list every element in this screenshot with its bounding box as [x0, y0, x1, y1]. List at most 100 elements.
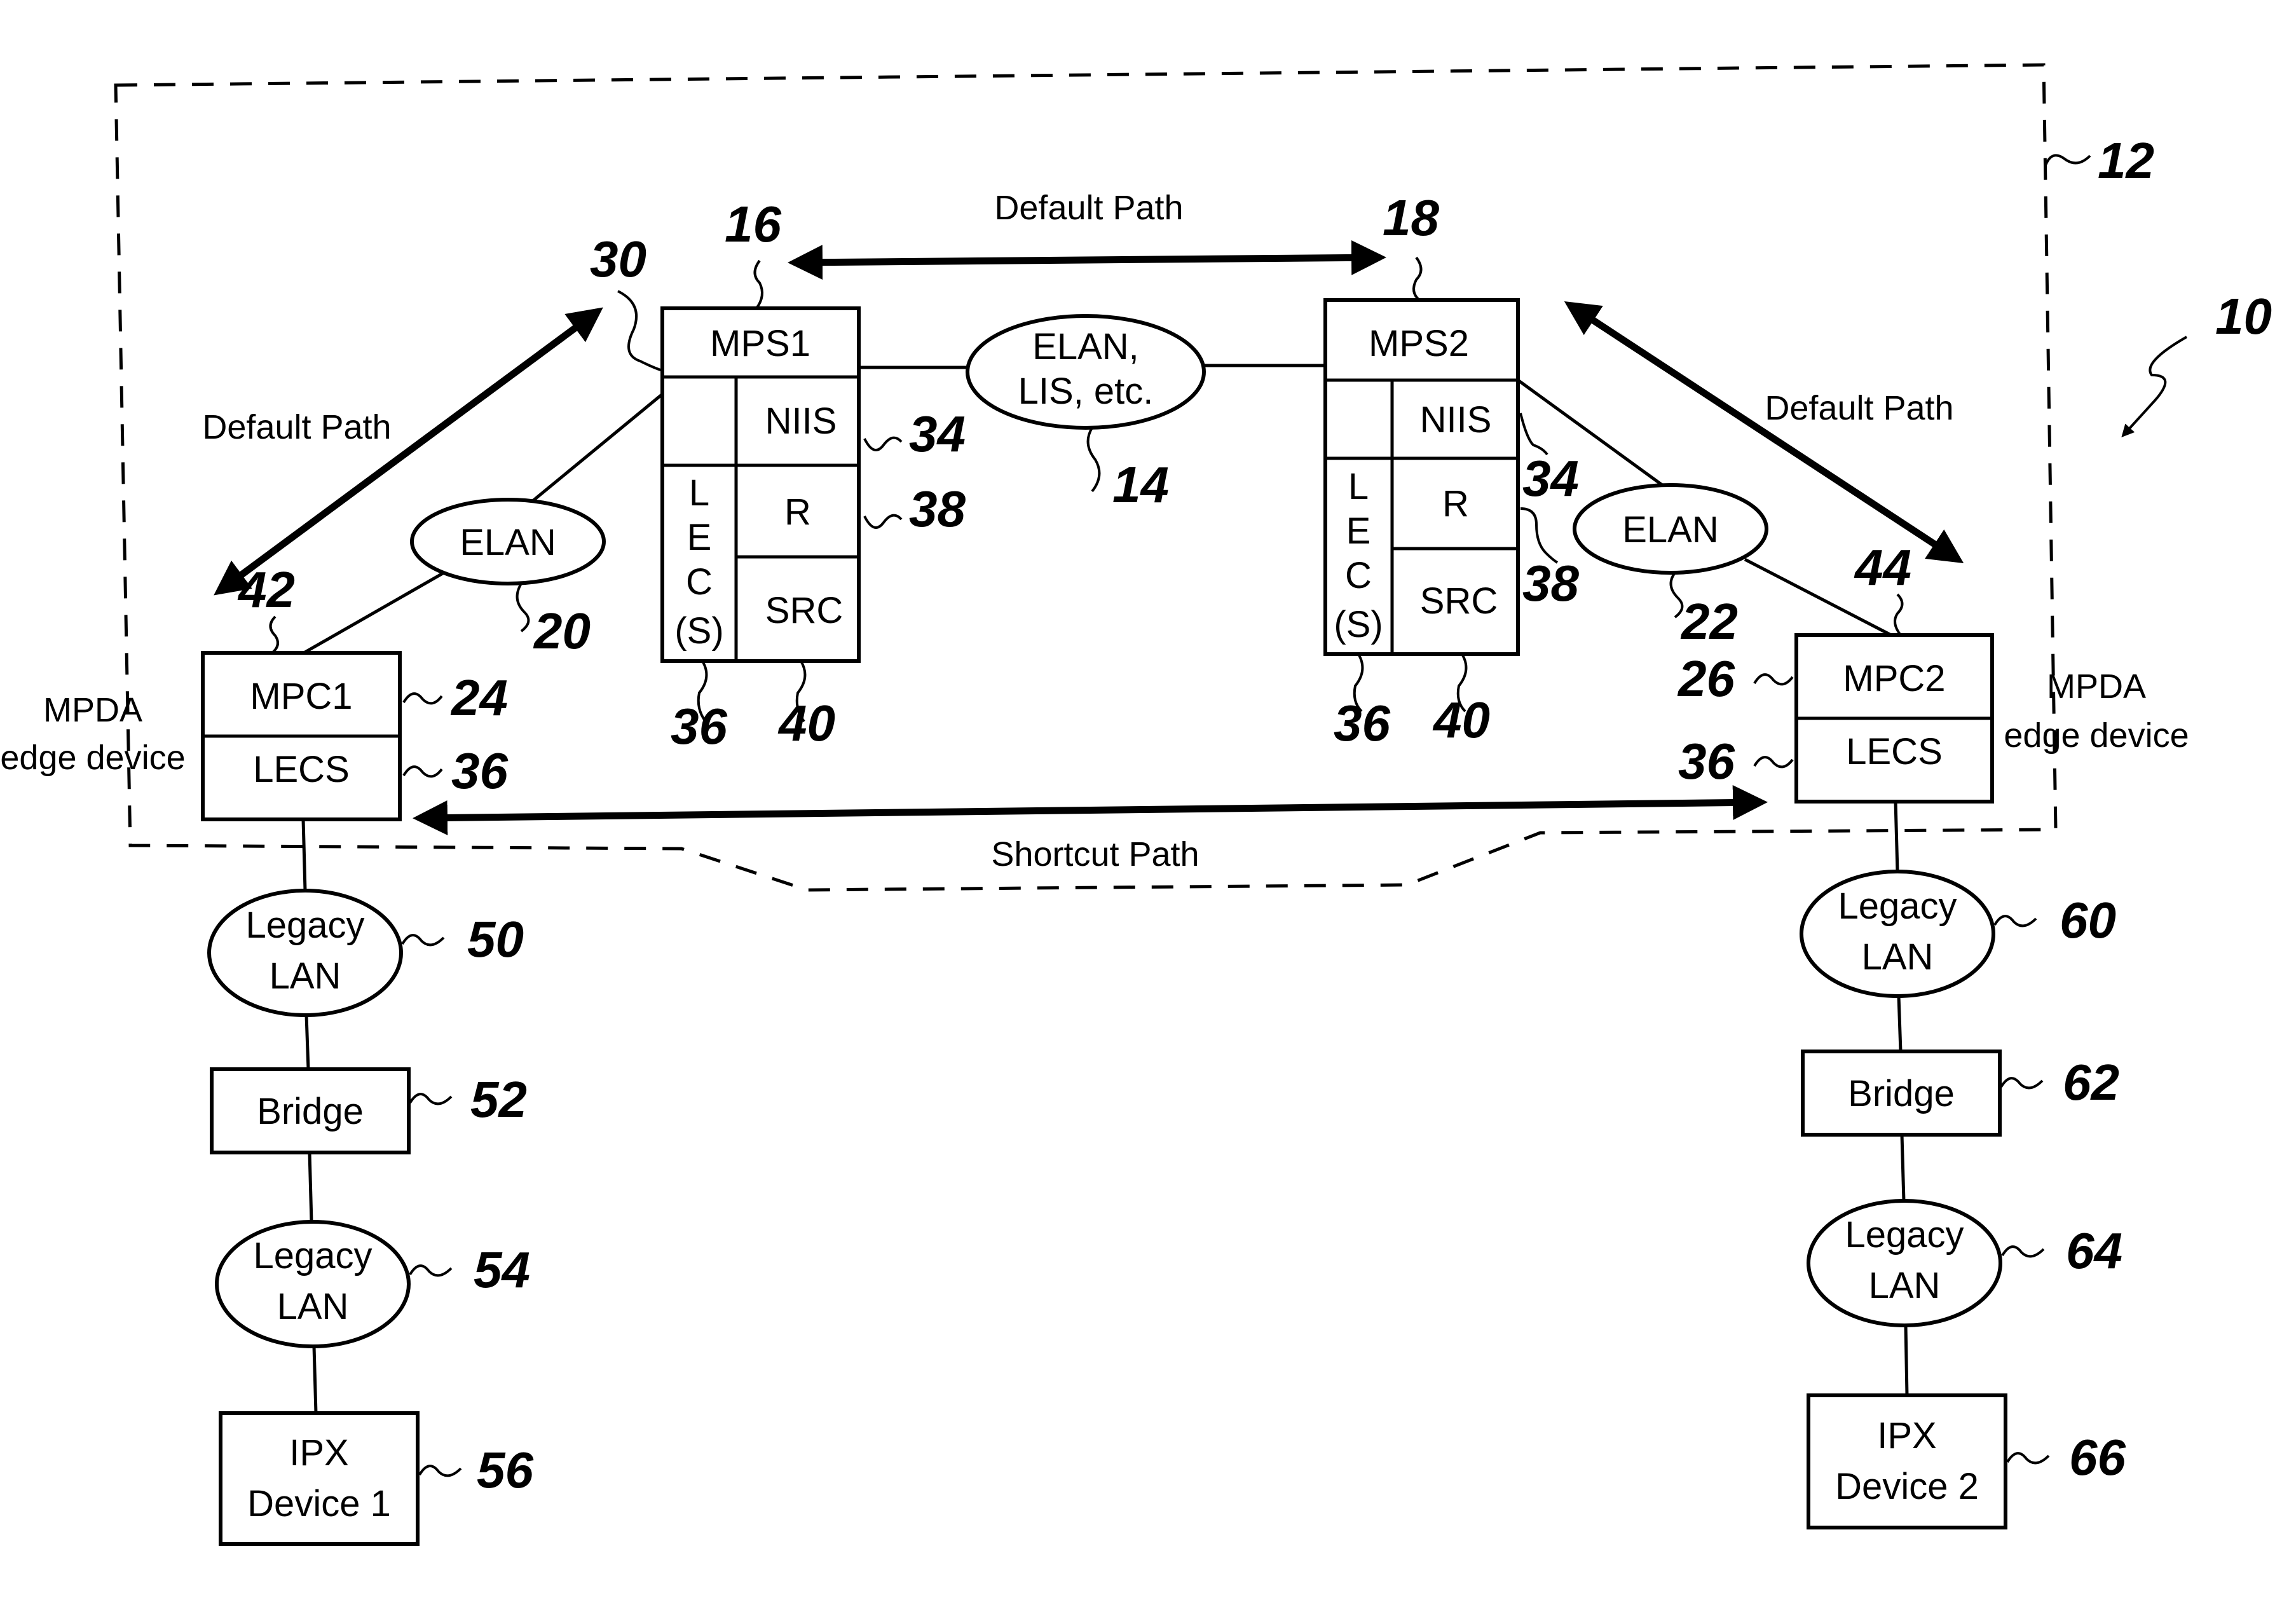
lan60-to-bridge62-link: [1897, 995, 1903, 1052]
elan-right: ELAN: [1573, 483, 1768, 575]
lan64-to-ipx2-link: [1904, 1325, 1909, 1396]
ref-20: 20: [533, 603, 591, 659]
mps2-niis: NIIS: [1420, 399, 1492, 441]
ipx1-line1: IPX: [289, 1432, 349, 1474]
ref-36-mps1: 36: [671, 698, 727, 755]
mps1-r: R: [784, 491, 811, 533]
mps1-server: MPS1 NIIS R SRC L E C (S): [660, 306, 861, 663]
lan54-squiggle: [409, 1264, 453, 1277]
lan60-squiggle: [1993, 915, 2037, 927]
mpc1-ref-squiggle: [402, 692, 443, 705]
bridge-62: Bridge: [1801, 1050, 2002, 1137]
lan60-line1: Legacy: [1838, 886, 1957, 927]
mps2-r: R: [1442, 483, 1469, 524]
ref-38-right: 38: [1522, 555, 1579, 612]
network-diagram: 12 10 ELAN, LIS, etc. 14 Default Path MP…: [0, 63, 2272, 1546]
ref-60: 60: [2060, 892, 2116, 948]
elan-left: ELAN: [410, 498, 606, 585]
lan64-line1: Legacy: [1845, 1214, 1964, 1255]
ref-16: 16: [725, 196, 781, 252]
ref-34-left: 34: [909, 406, 966, 462]
elan-right-label: ELAN: [1622, 509, 1719, 551]
bridge-52: Bridge: [210, 1067, 411, 1154]
elan-left-squiggle: [516, 582, 530, 633]
center-network-line2: LIS, etc.: [1018, 371, 1154, 412]
lan54-line2: LAN: [277, 1286, 349, 1327]
ref-36-mpc2: 36: [1678, 733, 1735, 790]
mps1-niis-squiggle: [863, 436, 903, 451]
mps1-lec-c: C: [686, 561, 713, 603]
mpc2-lecs: LECS: [1846, 731, 1943, 772]
legacy-lan-54: Legacy LAN: [215, 1220, 411, 1348]
default-path-top-arrow: [788, 240, 1386, 280]
boundary-ref-squiggle: [2044, 154, 2091, 166]
mpc1-lecs: LECS: [253, 749, 350, 790]
default-path-top-label: Default Path: [994, 189, 1183, 227]
mpc2-caption-line1: MPDA: [2047, 667, 2146, 706]
mps2-server: MPS2 NIIS R SRC L E C (S): [1323, 298, 1520, 656]
lan50-squiggle: [401, 934, 445, 947]
mps2-lec-s: (S): [1334, 604, 1383, 645]
ref-52: 52: [470, 1071, 527, 1128]
legacy-lan-64: Legacy LAN: [1807, 1199, 2002, 1327]
lan54-line1: Legacy: [253, 1235, 372, 1276]
bridge62-to-lan64-link: [1900, 1134, 1906, 1201]
default-path-left-label: Default Path: [202, 408, 391, 446]
ref-40-mps1: 40: [777, 695, 835, 751]
lan64-squiggle: [2001, 1245, 2045, 1258]
ref-64: 64: [2066, 1222, 2122, 1279]
mpc2-caption-line2: edge device: [2004, 716, 2189, 755]
ref-40-mps2: 40: [1432, 692, 1490, 748]
mps2-lec-l: L: [1348, 466, 1369, 507]
mpc1-title: MPC1: [250, 676, 352, 717]
ref-30: 30: [590, 231, 646, 287]
elan-right-squiggle: [1669, 571, 1684, 619]
mpc2-to-lan60-link: [1894, 801, 1899, 872]
mpc2-lecs-squiggle: [1753, 756, 1794, 769]
mps2-src: SRC: [1420, 580, 1498, 622]
center-ref-squiggle: [1086, 427, 1101, 493]
mps1-lec-l: L: [689, 472, 709, 514]
mps1-ref-squiggle: [753, 259, 763, 310]
mpc1-caption-line1: MPDA: [43, 691, 142, 729]
mpc1-caption-line2: edge device: [0, 739, 185, 777]
mps2-lec-c: C: [1345, 555, 1372, 596]
ref-56: 56: [477, 1442, 533, 1498]
elan-left-label: ELAN: [460, 522, 556, 563]
ipx2-squiggle: [2006, 1452, 2050, 1465]
ipx1-line2: Device 1: [247, 1483, 391, 1524]
mps1-niis: NIIS: [765, 400, 837, 442]
elan-left-to-mpc1-link: [303, 570, 446, 655]
mps2-title: MPS2: [1369, 323, 1469, 364]
mpc2-ref-squiggle: [1753, 673, 1794, 686]
legacy-lan-60: Legacy LAN: [1800, 870, 1995, 998]
ref-42: 42: [237, 561, 295, 618]
mpc2-port-squiggle: [1894, 593, 1904, 636]
lan50-line2: LAN: [270, 955, 341, 997]
ref-44: 44: [1854, 539, 1911, 596]
ref-26: 26: [1677, 650, 1735, 707]
system-ref-arrow: [2121, 336, 2187, 437]
mpc1-edge-device: MPC1 LECS: [201, 651, 402, 821]
bridge52-squiggle: [409, 1093, 453, 1105]
lan50-line1: Legacy: [245, 905, 364, 946]
bridge52-label: Bridge: [257, 1091, 364, 1132]
mps1-title: MPS1: [710, 323, 810, 364]
ipx-device-1: IPX Device 1: [219, 1411, 420, 1546]
lan60-line2: LAN: [1862, 936, 1934, 978]
ref-36-mps2: 36: [1334, 695, 1390, 751]
mps1-port-squiggle: [617, 290, 663, 372]
ref-10: 10: [2215, 288, 2272, 345]
center-network-line1: ELAN,: [1032, 326, 1139, 367]
mpc1-to-lan50-link: [301, 819, 307, 891]
shortcut-path-label: Shortcut Path: [991, 835, 1199, 873]
bridge62-label: Bridge: [1848, 1073, 1955, 1114]
ipx-device-2: IPX Device 2: [1807, 1393, 2007, 1529]
ref-62: 62: [2063, 1054, 2119, 1111]
mps1-to-elan-left-link: [531, 393, 664, 502]
bridge52-to-lan54-link: [308, 1152, 313, 1222]
lan50-to-bridge52-link: [304, 1015, 310, 1070]
mpc1-lecs-squiggle: [402, 765, 443, 778]
mps1-r-squiggle: [863, 514, 903, 529]
ref-38-left: 38: [909, 481, 966, 537]
